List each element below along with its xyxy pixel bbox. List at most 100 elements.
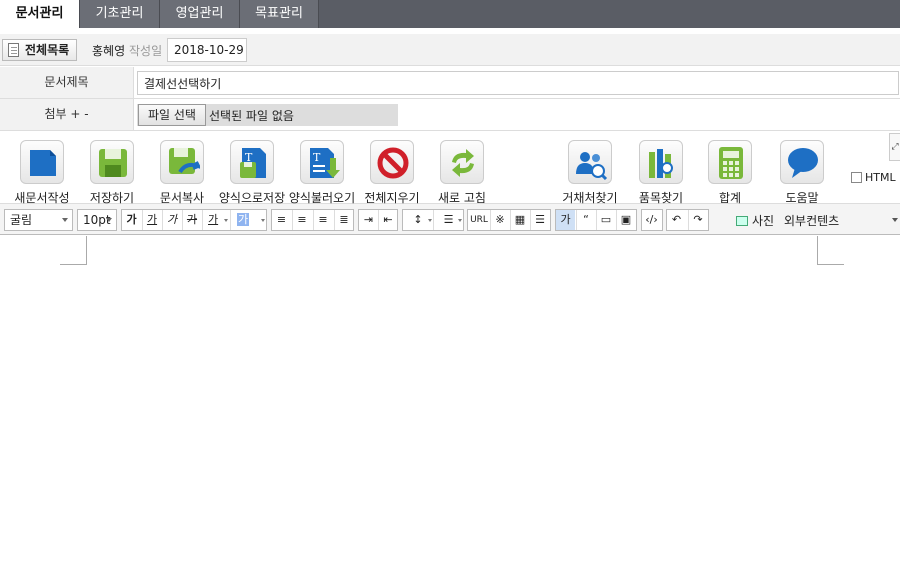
- redo-icon[interactable]: ↷: [688, 210, 707, 230]
- editor-content-area[interactable]: [0, 236, 900, 569]
- new-document-icon: [30, 150, 56, 176]
- tab-goal-management[interactable]: 목표관리: [240, 0, 319, 28]
- editor-toolbar: 굴림 10pt 가 가 가 가 가 가 ≡ ≡ ≡ ≣ ⇥ ⇤ ↕ ☰ URL …: [0, 204, 900, 235]
- tab-sales-management[interactable]: 영업관리: [160, 0, 240, 28]
- align-center-icon[interactable]: ≡: [292, 210, 311, 230]
- line-height-icon[interactable]: ↕: [403, 210, 433, 230]
- bold-button[interactable]: 가: [122, 210, 141, 230]
- copy-document-button[interactable]: 문서복사: [145, 140, 219, 205]
- html-label: HTML: [865, 171, 896, 184]
- tab-document-management[interactable]: 문서관리: [0, 0, 80, 28]
- font-size-select[interactable]: 10pt: [77, 209, 117, 231]
- align-left-icon[interactable]: ≡: [272, 210, 291, 230]
- align-right-icon[interactable]: ≡: [313, 210, 332, 230]
- calculator-icon: [719, 147, 743, 179]
- date-label: 작성일: [129, 44, 163, 58]
- save-button[interactable]: 저장하기: [75, 140, 149, 205]
- document-list-icon: [8, 43, 19, 57]
- title-row: 문서제목: [0, 67, 900, 99]
- chevron-down-icon: [224, 219, 228, 222]
- clear-all-icon: [377, 147, 409, 179]
- chevron-down-icon: [261, 219, 265, 222]
- chevron-down-icon: [428, 219, 432, 222]
- photo-label: 사진: [752, 214, 775, 228]
- find-item-button[interactable]: 품목찾기: [624, 140, 698, 205]
- italic-button[interactable]: 가: [162, 210, 181, 230]
- url-button[interactable]: URL: [468, 210, 490, 230]
- copy-document-icon: [169, 148, 200, 174]
- layer-icon[interactable]: ▣: [616, 210, 635, 230]
- outdent-icon[interactable]: ⇤: [378, 210, 397, 230]
- spacing-list-group: ↕ ☰: [402, 209, 464, 231]
- photo-icon: [736, 216, 748, 226]
- undo-icon[interactable]: ↶: [667, 210, 686, 230]
- top-tab-bar: 문서관리 기초관리 영업관리 목표관리: [0, 0, 900, 28]
- horizontal-rule-icon[interactable]: ☰: [530, 210, 549, 230]
- title-label: 문서제목: [0, 67, 134, 98]
- background-color-button[interactable]: 가: [230, 210, 266, 230]
- save-template-button[interactable]: T 양식으로저장: [215, 140, 289, 205]
- refresh-button[interactable]: 새로 고침: [425, 140, 499, 205]
- font-color-button[interactable]: 가: [202, 210, 229, 230]
- external-content-button[interactable]: 외부컨텐츠: [784, 212, 839, 229]
- chevron-down-icon: [106, 218, 112, 222]
- special-char-button[interactable]: ※: [490, 210, 509, 230]
- file-input: 파일 선택 선택된 파일 없음: [137, 104, 398, 126]
- text-format-group: 가 가 가 가 가 가: [121, 209, 267, 231]
- choose-file-button[interactable]: 파일 선택: [138, 104, 206, 126]
- list-icon[interactable]: ☰: [433, 210, 463, 230]
- svg-text:T: T: [313, 151, 321, 164]
- strikethrough-button[interactable]: 가: [182, 210, 201, 230]
- find-client-icon: [576, 152, 608, 180]
- new-document-button[interactable]: 새문서작성: [5, 140, 79, 205]
- attachment-label[interactable]: 첨부 + -: [0, 99, 134, 130]
- save-template-icon: T: [240, 148, 266, 178]
- date-input[interactable]: [167, 38, 247, 62]
- find-item-icon: [649, 149, 673, 178]
- page-corner-marker-left: [60, 236, 87, 265]
- align-justify-icon[interactable]: ≣: [334, 210, 353, 230]
- html-checkbox[interactable]: HTML: [851, 171, 896, 184]
- author-name: 홍혜영: [92, 44, 126, 58]
- full-list-label: 전체목록: [25, 43, 70, 57]
- toolbar-more-icon[interactable]: [892, 218, 898, 222]
- fullscreen-icon[interactable]: ⤢: [889, 133, 900, 161]
- text-style-icon[interactable]: 가: [556, 210, 575, 230]
- table-icon[interactable]: ▦: [510, 210, 529, 230]
- save-icon: [99, 149, 127, 177]
- page-corner-marker-right: [817, 236, 844, 265]
- chevron-down-icon: [62, 218, 68, 222]
- document-info-row: 전체목록 홍혜영 작성일: [0, 34, 900, 66]
- help-button[interactable]: 도움말: [765, 140, 839, 205]
- blockquote-button[interactable]: “: [576, 210, 595, 230]
- font-family-select[interactable]: 굴림: [4, 209, 73, 231]
- attachment-row: 첨부 + - 파일 선택 선택된 파일 없음: [0, 99, 900, 131]
- clear-all-button[interactable]: 전체지우기: [355, 140, 429, 205]
- full-list-button[interactable]: 전체목록: [2, 39, 77, 61]
- load-template-button[interactable]: T 양식불러오기: [285, 140, 359, 205]
- underline-button[interactable]: 가: [142, 210, 161, 230]
- style-group: 가 “ ▭ ▣: [555, 209, 637, 231]
- title-input[interactable]: [137, 71, 899, 95]
- font-family-value: 굴림: [10, 213, 33, 227]
- box-icon[interactable]: ▭: [596, 210, 615, 230]
- history-group: ↶ ↷: [666, 209, 709, 231]
- checkbox-box[interactable]: [851, 172, 862, 183]
- sum-button[interactable]: 합계: [693, 140, 767, 205]
- indent-group: ⇥ ⇤: [358, 209, 398, 231]
- document-toolbar: 새문서작성 저장하기 문서복사 T 양식으로저장 T 양식불러오기 전체지우기: [0, 131, 900, 205]
- align-group: ≡ ≡ ≡ ≣: [271, 209, 354, 231]
- background-color-label: 가: [237, 213, 250, 226]
- refresh-icon: [452, 149, 474, 177]
- tab-basic-management[interactable]: 기초관리: [80, 0, 160, 28]
- load-template-icon: T: [310, 148, 340, 178]
- insert-group: URL ※ ▦ ☰: [467, 209, 551, 231]
- chevron-down-icon: [458, 219, 462, 222]
- source-group: ‹/›: [641, 209, 663, 231]
- indent-icon[interactable]: ⇥: [359, 210, 378, 230]
- find-client-button[interactable]: 거채처찾기: [553, 140, 627, 205]
- source-code-icon[interactable]: ‹/›: [642, 210, 661, 230]
- insert-photo-button[interactable]: 사진: [736, 212, 774, 229]
- font-color-label: 가: [208, 213, 219, 226]
- file-status-text: 선택된 파일 없음: [209, 109, 294, 123]
